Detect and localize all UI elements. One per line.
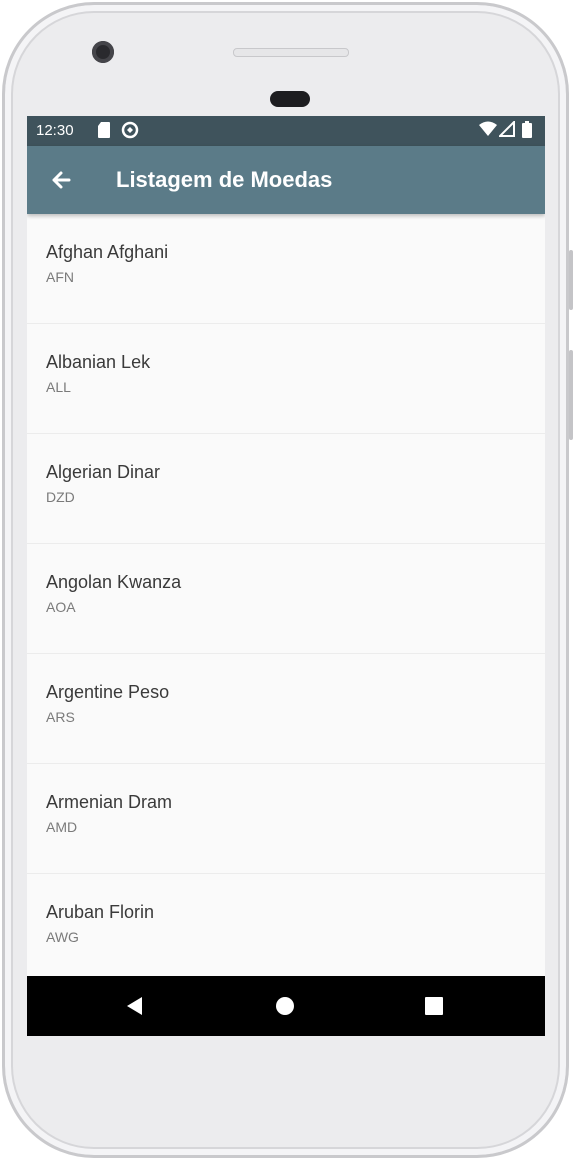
status-time: 12:30 xyxy=(36,122,74,139)
arrow-back-icon xyxy=(43,171,79,202)
earpiece xyxy=(270,91,310,107)
wifi-icon xyxy=(479,121,497,141)
cell-signal-icon xyxy=(497,119,515,141)
currency-name: Angolan Kwanza xyxy=(46,572,182,592)
navigation-bar xyxy=(27,976,545,1036)
currency-name: Argentine Peso xyxy=(46,682,170,702)
currency-code: AFN xyxy=(46,269,74,285)
list-item[interactable]: Argentine Peso ARS xyxy=(27,654,545,764)
list-item[interactable]: Angolan Kwanza AOA xyxy=(27,544,545,654)
currency-code: DZD xyxy=(46,489,75,505)
page-title: Listagem de Moedas xyxy=(116,167,333,192)
back-triangle-icon xyxy=(118,997,150,1026)
currency-name: Armenian Dram xyxy=(46,792,173,812)
currency-list: Afghan Afghani AFN Albanian Lek ALL Alge… xyxy=(27,214,545,984)
currency-code: AMD xyxy=(46,819,78,835)
currency-code: ARS xyxy=(46,709,75,725)
power-button xyxy=(569,250,573,310)
currency-name: Afghan Afghani xyxy=(46,242,169,262)
screen: 12:30 Listagem de Moedas Afghan Afghani … xyxy=(27,116,545,1036)
recents-square-icon xyxy=(418,997,450,1026)
nav-back-button[interactable] xyxy=(118,990,150,1022)
list-item[interactable]: Armenian Dram AMD xyxy=(27,764,545,874)
sd-card-icon xyxy=(97,121,111,143)
app-bar: Listagem de Moedas xyxy=(27,146,545,214)
home-circle-icon xyxy=(269,997,301,1026)
back-button[interactable] xyxy=(43,162,79,198)
currency-name: Albanian Lek xyxy=(46,352,151,372)
nav-recents-button[interactable] xyxy=(418,990,450,1022)
top-speaker xyxy=(233,48,349,57)
volume-button xyxy=(569,350,573,440)
sync-icon xyxy=(121,121,139,143)
list-item[interactable]: Afghan Afghani AFN xyxy=(27,214,545,324)
nav-home-button[interactable] xyxy=(269,990,301,1022)
currency-code: ALL xyxy=(46,379,71,395)
battery-icon xyxy=(521,121,533,143)
front-camera xyxy=(92,41,114,63)
list-item[interactable]: Algerian Dinar DZD xyxy=(27,434,545,544)
list-item[interactable]: Aruban Florin AWG xyxy=(27,874,545,984)
status-bar: 12:30 xyxy=(27,116,545,146)
currency-name: Aruban Florin xyxy=(46,902,155,922)
list-item[interactable]: Albanian Lek ALL xyxy=(27,324,545,434)
currency-code: AWG xyxy=(46,929,79,945)
currency-code: AOA xyxy=(46,599,76,615)
currency-name: Algerian Dinar xyxy=(46,462,161,482)
